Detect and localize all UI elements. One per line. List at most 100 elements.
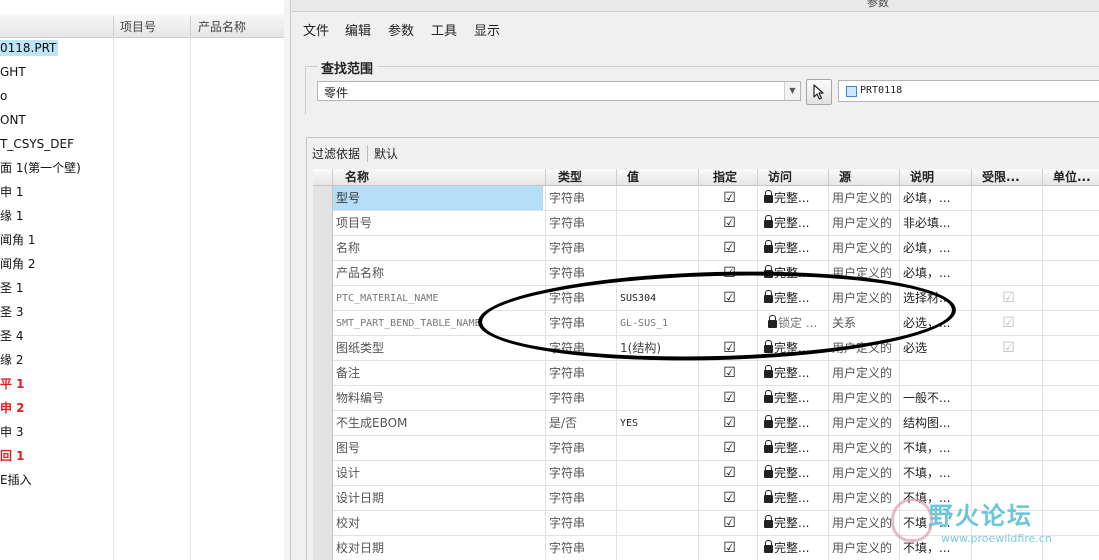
tree-item[interactable]: T_CSYS_DEF <box>0 132 113 156</box>
checkbox-checked-icon[interactable]: ☑ <box>723 361 736 386</box>
table-row[interactable]: 名称 字符串 ☑ 完整... 用户定义的 必填，... <box>313 236 1099 261</box>
column-header-restricted[interactable]: 受限... <box>972 169 1043 186</box>
cell-name[interactable]: 设计 <box>333 461 546 486</box>
cell-designated[interactable]: ☑ <box>699 361 758 386</box>
cell-access[interactable]: 完整... <box>758 336 829 361</box>
cell-value[interactable] <box>617 261 699 286</box>
table-row[interactable]: SMT_PART_BEND_TABLE_NAME 字符串 GL-SUS_1 锁定 ..… <box>313 311 1099 336</box>
tree-item[interactable]: 闻角 2 <box>0 252 113 276</box>
column-header-type[interactable]: 类型 <box>546 169 617 186</box>
pick-item-button[interactable] <box>806 79 832 105</box>
tree-item[interactable]: 申 2 <box>0 396 113 420</box>
cell-description[interactable]: 必选，... <box>900 311 972 336</box>
cell-type[interactable]: 字符串 <box>546 511 617 536</box>
column-header-description[interactable]: 说明 <box>900 169 972 186</box>
cell-value[interactable] <box>617 186 699 211</box>
checkbox-checked-icon[interactable]: ☑ <box>723 186 736 211</box>
column-header-product-name[interactable]: 产品名称 <box>198 18 246 35</box>
cell-access[interactable]: 完整... <box>758 261 829 286</box>
cell-name[interactable]: 校对 <box>333 511 546 536</box>
cell-source[interactable]: 用户定义的 <box>829 361 900 386</box>
cell-restricted[interactable] <box>972 261 1043 286</box>
cell-name[interactable]: 型号 <box>333 186 546 211</box>
cell-designated[interactable]: ☑ <box>699 211 758 236</box>
checkbox-checked-icon[interactable]: ☑ <box>723 486 736 511</box>
cell-name[interactable]: 产品名称 <box>333 261 546 286</box>
selected-part-field[interactable]: PRT0118 <box>838 80 1099 102</box>
tree-item[interactable]: 缘 2 <box>0 348 113 372</box>
cell-restricted[interactable] <box>972 436 1043 461</box>
cell-description[interactable]: 必填，... <box>900 186 972 211</box>
cell-designated[interactable]: ☑ <box>699 261 758 286</box>
column-header-value[interactable]: 值 <box>617 169 699 186</box>
cell-designated[interactable]: ☑ <box>699 436 758 461</box>
tree-item[interactable]: GHT <box>0 60 113 84</box>
cell-name[interactable]: 备注 <box>333 361 546 386</box>
cell-restricted[interactable] <box>972 236 1043 261</box>
cell-description[interactable] <box>900 361 972 386</box>
cell-unit[interactable] <box>1043 411 1099 436</box>
cell-designated[interactable]: ☑ <box>699 486 758 511</box>
cell-value[interactable] <box>617 536 699 560</box>
cell-designated[interactable]: ☑ <box>699 511 758 536</box>
checkbox-checked-icon[interactable]: ☑ <box>723 536 736 560</box>
cell-name[interactable]: PTC_MATERIAL_NAME <box>333 286 546 311</box>
cell-name[interactable]: 设计日期 <box>333 486 546 511</box>
menu-display[interactable]: 显示 <box>474 20 500 39</box>
cell-type[interactable]: 字符串 <box>546 436 617 461</box>
column-header-name[interactable]: 名称 <box>333 169 546 186</box>
table-row[interactable]: 项目号 字符串 ☑ 完整... 用户定义的 非必填... <box>313 211 1099 236</box>
cell-description[interactable]: 非必填... <box>900 211 972 236</box>
cell-description[interactable]: 必选 <box>900 336 972 361</box>
cell-restricted[interactable] <box>972 386 1043 411</box>
cell-type[interactable]: 字符串 <box>546 236 617 261</box>
column-separator[interactable] <box>190 16 191 36</box>
table-row[interactable]: PTC_MATERIAL_NAME 字符串 SUS304 ☑ 完整... 用户定义的 选择材… <box>313 286 1099 311</box>
cell-source[interactable]: 关系 <box>829 311 900 336</box>
checkbox-checked-icon[interactable]: ☑ <box>723 211 736 236</box>
cell-unit[interactable] <box>1043 461 1099 486</box>
tree-item[interactable]: o <box>0 84 113 108</box>
cell-value[interactable] <box>617 211 699 236</box>
column-separator[interactable] <box>113 16 114 36</box>
cell-access[interactable]: 完整... <box>758 286 829 311</box>
cell-type[interactable]: 字符串 <box>546 261 617 286</box>
cell-access[interactable]: 完整... <box>758 211 829 236</box>
table-row[interactable]: 型号 字符串 ☑ 完整... 用户定义的 必填，... <box>313 186 1099 211</box>
cell-restricted[interactable] <box>972 361 1043 386</box>
cell-source[interactable]: 用户定义的 <box>829 411 900 436</box>
filter-value[interactable]: 默认 <box>374 145 398 162</box>
cell-restricted[interactable] <box>972 186 1043 211</box>
cell-unit[interactable] <box>1043 186 1099 211</box>
cell-description[interactable]: 必填，... <box>900 236 972 261</box>
menu-tools[interactable]: 工具 <box>431 20 457 39</box>
cell-name[interactable]: 项目号 <box>333 211 546 236</box>
table-row[interactable]: 图号 字符串 ☑ 完整... 用户定义的 不填，... <box>313 436 1099 461</box>
row-header-cell[interactable] <box>313 361 333 386</box>
tree-item[interactable]: 回 1 <box>0 444 113 468</box>
row-header-cell[interactable] <box>313 461 333 486</box>
row-header-cell[interactable] <box>313 236 333 261</box>
cell-designated[interactable] <box>699 311 758 336</box>
cell-access[interactable]: 锁定 ... <box>758 311 829 336</box>
row-header-cell[interactable] <box>313 511 333 536</box>
cell-source[interactable]: 用户定义的 <box>829 286 900 311</box>
cell-restricted[interactable]: ☑ <box>972 336 1043 361</box>
cell-value[interactable] <box>617 436 699 461</box>
cell-unit[interactable] <box>1043 336 1099 361</box>
cell-description[interactable]: 一般不... <box>900 386 972 411</box>
cell-source[interactable]: 用户定义的 <box>829 386 900 411</box>
chevron-down-icon[interactable]: ▼ <box>784 82 800 100</box>
cell-value[interactable] <box>617 361 699 386</box>
cell-access[interactable]: 完整... <box>758 361 829 386</box>
cell-type[interactable]: 字符串 <box>546 536 617 560</box>
row-header-cell[interactable] <box>313 211 333 236</box>
cell-restricted[interactable]: ☑ <box>972 286 1043 311</box>
cell-name[interactable]: 物料编号 <box>333 386 546 411</box>
cell-designated[interactable]: ☑ <box>699 411 758 436</box>
cell-access[interactable]: 完整... <box>758 536 829 560</box>
tree-item[interactable]: 申 1 <box>0 180 113 204</box>
row-header-cell[interactable] <box>313 336 333 361</box>
tree-item[interactable]: ONT <box>0 108 113 132</box>
cell-type[interactable]: 字符串 <box>546 186 617 211</box>
